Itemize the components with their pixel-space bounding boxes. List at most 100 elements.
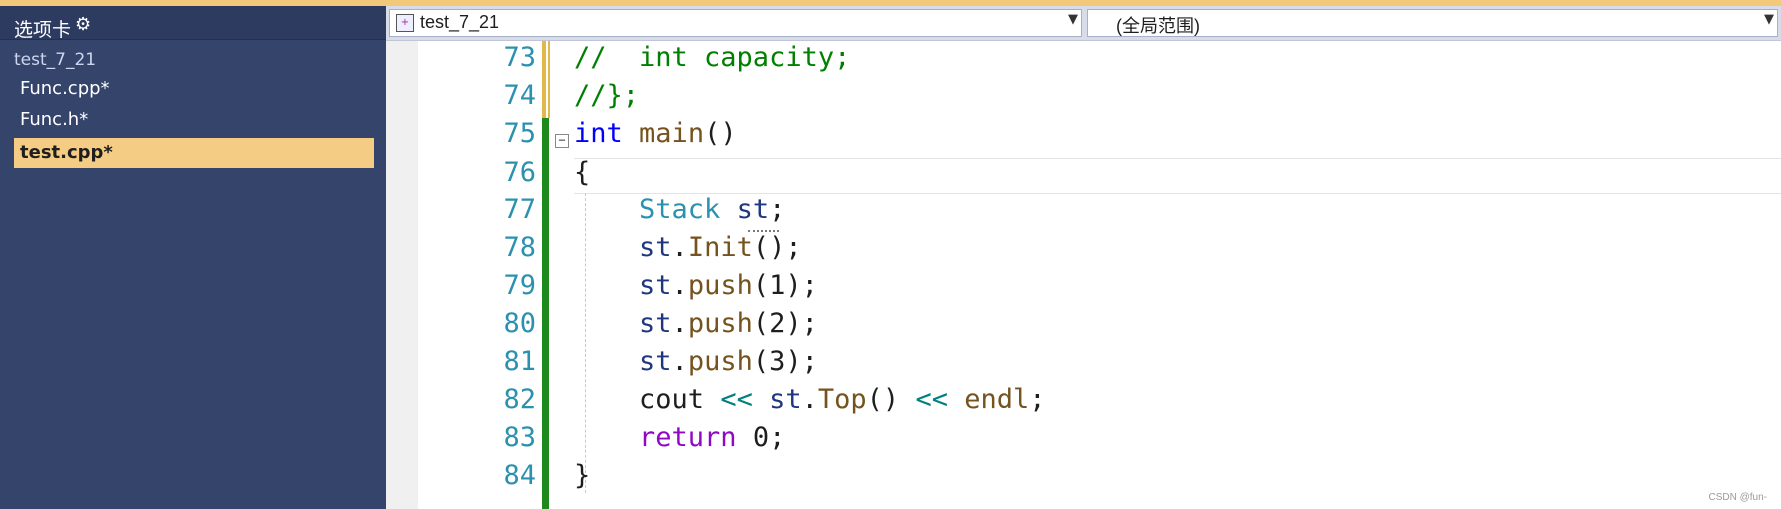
code-text: } — [574, 457, 590, 495]
sidebar-file-func-cpp[interactable]: Func.cpp* — [14, 74, 374, 104]
code-line[interactable]: 74 //}; — [386, 77, 1781, 115]
code-line[interactable]: 81 st.push(3); — [386, 343, 1781, 381]
code-token: cout — [639, 384, 705, 415]
code-text: // int capacity; — [574, 39, 850, 77]
code-line[interactable]: 84} — [386, 457, 1781, 495]
code-token: << — [720, 384, 753, 415]
sidebar-file-func-h[interactable]: Func.h* — [14, 105, 374, 135]
code-line[interactable]: 79 st.push(1); — [386, 267, 1781, 305]
code-token: st — [769, 384, 802, 415]
sidebar-project-name[interactable]: test_7_21 — [14, 50, 96, 70]
code-text: //}; — [574, 77, 639, 115]
code-token: } — [574, 460, 591, 491]
gear-icon[interactable]: ⚙ — [75, 14, 91, 35]
code-token: (1); — [752, 270, 818, 301]
code-token: st — [736, 194, 770, 225]
code-text: int main() — [574, 115, 737, 153]
code-line[interactable]: 76 { — [386, 154, 1781, 192]
code-token: << — [915, 384, 948, 415]
code-text: return 0; — [574, 419, 785, 457]
code-token: int — [574, 118, 623, 149]
code-token: () — [704, 118, 737, 149]
code-token: push — [687, 346, 753, 377]
watermark: CSDN @fun- — [1708, 492, 1768, 503]
code-token: st — [639, 270, 672, 301]
code-text: st.Init(); — [574, 229, 802, 267]
editor-navigation-bar: + test_7_21 ▼ (全局范围) ▼ — [386, 6, 1781, 41]
code-text: st.push(3); — [574, 343, 818, 381]
chevron-down-icon[interactable]: ▼ — [1068, 12, 1078, 27]
code-token: 0; — [736, 422, 786, 453]
code-token: (3); — [752, 346, 818, 377]
line-number: 77 — [503, 194, 536, 225]
sidebar-file-label: Func.h* — [20, 109, 89, 130]
code-token: st — [639, 308, 672, 339]
scope-dropdown-value: (全局范围) — [1116, 16, 1200, 36]
line-number: 83 — [503, 422, 536, 453]
code-token: push — [687, 270, 753, 301]
code-token: ; — [769, 194, 786, 225]
code-token: main — [639, 118, 705, 149]
line-number: 75 — [503, 118, 536, 149]
line-number: 73 — [503, 42, 536, 73]
code-line[interactable]: 73 // int capacity; — [386, 39, 1781, 77]
code-token: st — [639, 346, 672, 377]
code-token: // int capacity; — [574, 42, 851, 73]
code-token: st — [639, 232, 672, 263]
code-token: { — [574, 157, 591, 188]
line-number: 76 — [503, 157, 536, 188]
code-token: (2); — [752, 308, 818, 339]
line-number: 84 — [503, 460, 536, 491]
line-number: 78 — [503, 232, 536, 263]
sidebar-file-test-cpp[interactable]: test.cpp* — [14, 138, 374, 168]
code-text: Stack st; — [574, 191, 785, 229]
code-line[interactable]: 78 st.Init(); — [386, 229, 1781, 267]
line-number: 74 — [503, 80, 536, 111]
line-number: 79 — [503, 270, 536, 301]
code-token: Stack — [639, 194, 721, 225]
code-line[interactable]: 82 cout << st.Top() << endl; — [386, 381, 1781, 419]
code-token: . — [671, 270, 688, 301]
code-line[interactable]: 83 return 0; — [386, 419, 1781, 457]
code-token: ; — [1029, 384, 1046, 415]
sidebar-header: 选项卡 ⚙ — [0, 6, 386, 41]
code-token: endl — [964, 384, 1030, 415]
scope-dropdown[interactable]: (全局范围) ▼ — [1087, 9, 1778, 37]
sidebar-file-label: Func.cpp* — [20, 78, 110, 99]
code-text: st.push(2); — [574, 305, 818, 343]
code-token: Top — [817, 384, 867, 415]
code-editor[interactable]: − 73// int capacity; 74//}; 75 int main() 76… — [386, 41, 1781, 509]
line-number: 81 — [503, 346, 536, 377]
code-text: cout << st.Top() << endl; — [574, 381, 1046, 419]
code-token: . — [801, 384, 818, 415]
sidebar-title: 选项卡 — [14, 19, 72, 41]
code-text: st.push(1); — [574, 267, 818, 305]
code-token: . — [671, 308, 688, 339]
code-token: . — [671, 232, 688, 263]
code-text: { — [574, 154, 590, 192]
code-token: push — [687, 308, 753, 339]
project-dropdown[interactable]: + test_7_21 ▼ — [389, 9, 1082, 37]
code-token: . — [671, 346, 688, 377]
code-token: Init — [687, 232, 753, 263]
code-line[interactable]: 80 st.push(2); — [386, 305, 1781, 343]
project-file-icon: + — [396, 14, 414, 32]
line-number: 82 — [503, 384, 536, 415]
code-token: (); — [752, 232, 802, 263]
code-line[interactable]: 77 Stack st; — [386, 191, 1781, 229]
chevron-down-icon[interactable]: ▼ — [1764, 12, 1774, 27]
code-token: //}; — [574, 80, 640, 111]
project-dropdown-value: test_7_21 — [420, 12, 500, 32]
code-line[interactable]: 75 int main() — [386, 115, 1781, 153]
